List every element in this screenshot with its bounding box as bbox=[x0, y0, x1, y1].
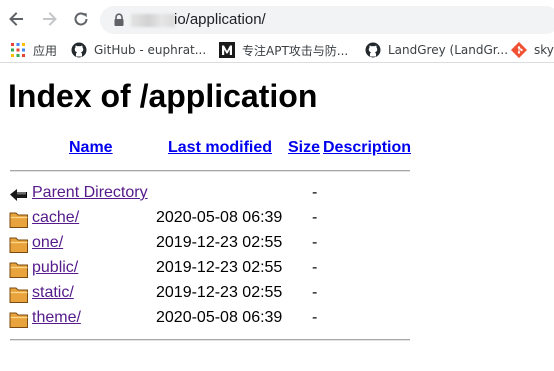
git-diamond-icon bbox=[511, 42, 527, 58]
last-modified-cell: 2019-12-23 02:55 bbox=[156, 259, 283, 276]
folder-icon bbox=[9, 262, 28, 278]
folder-icon bbox=[9, 287, 28, 303]
forward-button[interactable] bbox=[38, 7, 62, 31]
forward-arrow-icon bbox=[43, 12, 57, 26]
last-modified-cell: 2019-12-23 02:55 bbox=[156, 284, 283, 301]
footer-divider bbox=[10, 339, 410, 341]
bookmark-apt[interactable]: 专注APT攻击与防... bbox=[219, 41, 348, 59]
bookmark-label: LandGrey (LandGr... bbox=[388, 43, 509, 57]
back-arrow-icon bbox=[9, 12, 23, 26]
table-row: static/ 2019-12-23 02:55 - bbox=[0, 282, 554, 307]
size-cell: - bbox=[312, 184, 318, 201]
redacted-domain bbox=[131, 14, 175, 27]
back-button[interactable] bbox=[4, 7, 28, 31]
column-header-name[interactable]: Name bbox=[69, 139, 113, 157]
table-row: theme/ 2020-05-08 06:39 - bbox=[0, 307, 554, 332]
bookmark-landgrey[interactable]: LandGrey (LandGr... bbox=[365, 41, 508, 59]
bookmark-github-euphrat[interactable]: GitHub - euphrat... bbox=[71, 41, 206, 59]
last-modified-cell: 2020-05-08 06:39 bbox=[156, 209, 283, 226]
page-title: Index of /application bbox=[8, 78, 318, 114]
lock-icon bbox=[114, 13, 124, 26]
bookmark-sky[interactable]: sky bbox=[511, 41, 554, 59]
folder-link[interactable]: cache/ bbox=[32, 209, 79, 227]
bookmark-label: 专注APT攻击与防... bbox=[242, 43, 349, 58]
size-cell: - bbox=[312, 284, 318, 301]
bookmark-label: GitHub - euphrat... bbox=[94, 43, 207, 57]
browser-toolbar: io/application/ bbox=[0, 0, 554, 38]
address-bar[interactable]: io/application/ bbox=[100, 6, 554, 34]
table-row: public/ 2019-12-23 02:55 - bbox=[0, 257, 554, 282]
folder-link[interactable]: one/ bbox=[32, 234, 63, 252]
column-header-last-modified[interactable]: Last modified bbox=[168, 139, 272, 157]
github-icon bbox=[71, 42, 87, 58]
github-icon bbox=[365, 42, 381, 58]
folder-icon bbox=[9, 237, 28, 253]
table-row-parent: Parent Directory - bbox=[0, 182, 554, 207]
size-cell: - bbox=[312, 259, 318, 276]
last-modified-cell: 2019-12-23 02:55 bbox=[156, 234, 283, 251]
folder-icon bbox=[9, 212, 28, 228]
folder-link[interactable]: static/ bbox=[32, 284, 74, 302]
column-header-description[interactable]: Description bbox=[323, 139, 411, 157]
size-cell: - bbox=[312, 209, 318, 226]
bookmarks-bar: 应用 GitHub - euphrat... 专注APT攻击与防... Land… bbox=[0, 38, 554, 63]
column-header-size[interactable]: Size bbox=[288, 139, 320, 157]
reload-icon bbox=[74, 12, 88, 26]
folder-icon bbox=[9, 312, 28, 328]
back-arrow-icon bbox=[10, 189, 27, 201]
m-logo-icon bbox=[219, 42, 235, 58]
size-cell: - bbox=[312, 234, 318, 251]
size-cell: - bbox=[312, 309, 318, 326]
bookmark-label: sky bbox=[534, 43, 554, 57]
header-divider bbox=[10, 170, 410, 172]
bookmark-label: 应用 bbox=[33, 43, 58, 58]
bookmark-apps[interactable]: 应用 bbox=[10, 41, 57, 59]
last-modified-cell: 2020-05-08 06:39 bbox=[156, 309, 283, 326]
table-row: cache/ 2020-05-08 06:39 - bbox=[0, 207, 554, 232]
folder-link[interactable]: public/ bbox=[32, 259, 78, 277]
reload-button[interactable] bbox=[69, 7, 93, 31]
table-row: one/ 2019-12-23 02:55 - bbox=[0, 232, 554, 257]
folder-link[interactable]: theme/ bbox=[32, 309, 81, 327]
apps-grid-icon bbox=[10, 42, 26, 58]
url-text: io/application/ bbox=[174, 11, 266, 28]
parent-directory-link[interactable]: Parent Directory bbox=[32, 184, 148, 202]
